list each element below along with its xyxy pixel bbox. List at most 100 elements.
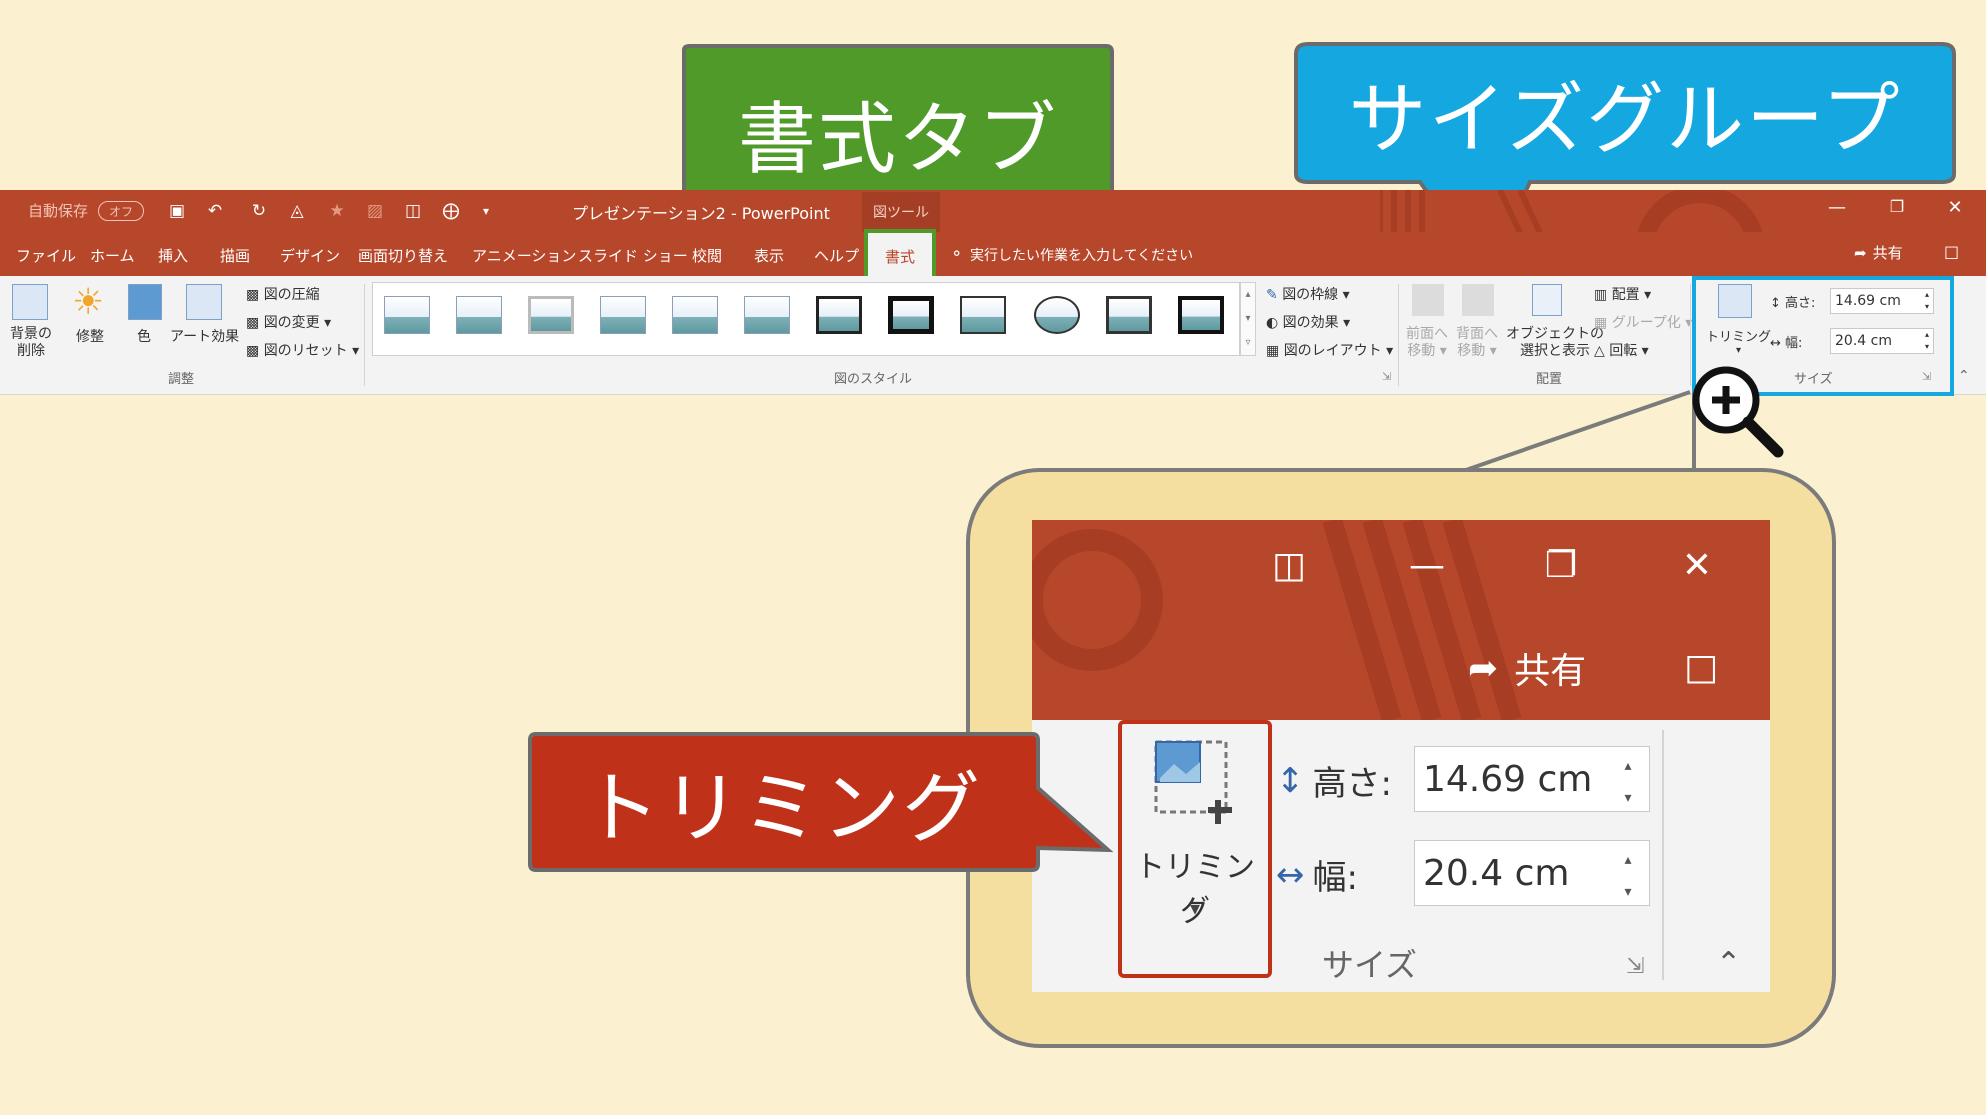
change-picture-button[interactable]: ▩ 図の変更 ▾	[246, 312, 331, 332]
height-value: 14.69 cm	[1835, 293, 1901, 309]
style-thumbnail[interactable]	[672, 296, 718, 334]
zoom-dialog-launcher-icon[interactable]: ⇲	[1626, 954, 1644, 979]
send-backward-button[interactable]: 背面へ 移動 ▾	[1456, 326, 1498, 360]
height-icon: ↕	[1276, 760, 1305, 801]
redo-icon[interactable]: ↻	[246, 197, 272, 225]
remove-background-button[interactable]: 背景の 削除	[8, 326, 54, 360]
height-input[interactable]: 14.69 cm ▴ ▾	[1830, 288, 1934, 314]
selection-pane-button[interactable]: オブジェクトの 選択と表示	[1506, 326, 1604, 360]
compress-pictures-button[interactable]: ▩ 図の圧縮	[246, 284, 320, 304]
tab-format[interactable]: 書式	[864, 229, 936, 283]
style-thumbnail[interactable]	[1178, 296, 1224, 334]
width-spinner[interactable]: ▴ ▾	[1925, 329, 1929, 353]
zoom-collapse-ribbon-icon[interactable]: ⌃	[1716, 946, 1741, 981]
selection-pane-label-2: 選択と表示	[1520, 343, 1590, 359]
zoom-crop-button[interactable]: トリミング ▾	[1118, 720, 1272, 978]
gallery-scroll[interactable]: ▴ ▾ ▿	[1240, 282, 1256, 356]
close-button[interactable]: ✕	[1942, 197, 1968, 223]
ribbon-display-options-icon[interactable]: ◫	[1264, 540, 1314, 590]
style-thumbnail[interactable]	[816, 296, 862, 334]
corrections-icon: ☀	[72, 282, 105, 323]
remove-background-icon	[12, 284, 48, 320]
bring-forward-button[interactable]: 前面へ 移動 ▾	[1406, 326, 1448, 360]
tab-help[interactable]: ヘルプ	[814, 240, 859, 270]
restore-button[interactable]: ❐	[1884, 197, 1910, 223]
corrections-button[interactable]: 修整	[76, 326, 104, 346]
zoom-close-button[interactable]: ✕	[1672, 540, 1722, 590]
zoom-height-value: 14.69 cm	[1423, 758, 1593, 800]
undo-icon[interactable]: ↶	[200, 197, 230, 225]
style-thumbnail[interactable]	[960, 296, 1006, 334]
artistic-effects-button[interactable]: アート効果	[170, 326, 239, 346]
style-thumbnail[interactable]	[888, 296, 934, 334]
tab-transitions[interactable]: 画面切り替え	[358, 240, 448, 270]
tab-view[interactable]: 表示	[754, 240, 784, 270]
zoom-height-label-text: 高さ:	[1312, 764, 1392, 804]
style-thumbnail[interactable]	[456, 296, 502, 334]
trimming-callout-text: トリミング	[581, 764, 982, 854]
tab-home[interactable]: ホーム	[90, 240, 135, 270]
height-spinner[interactable]: ▴ ▾	[1925, 289, 1929, 313]
tab-animations[interactable]: アニメーション	[472, 240, 576, 270]
tab-draw[interactable]: 描画	[220, 240, 250, 270]
minimize-button[interactable]: —	[1824, 197, 1850, 223]
save-icon[interactable]: ▣	[164, 197, 190, 225]
tab-design[interactable]: デザイン	[280, 240, 340, 270]
tell-me-search[interactable]: 実行したい作業を入力してください	[970, 240, 1193, 270]
zoom-height-input[interactable]: 14.69 cm	[1414, 746, 1650, 812]
color-button[interactable]: 色	[137, 326, 151, 346]
picture-tools-label: 図ツール	[873, 205, 929, 221]
crop-icon[interactable]: ⨁	[438, 197, 464, 225]
rotate-label: 回転	[1609, 343, 1638, 359]
comments-icon[interactable]: □	[1944, 242, 1959, 261]
zoom-width-input[interactable]: 20.4 cm	[1414, 840, 1650, 906]
picture-icon[interactable]: ▨	[362, 197, 388, 225]
crop-button[interactable]: トリミング ▾	[1706, 326, 1771, 356]
remove-background-label-2: 削除	[17, 343, 45, 359]
width-input[interactable]: 20.4 cm ▴ ▾	[1830, 328, 1934, 354]
tab-review[interactable]: 校閲	[692, 240, 722, 270]
style-thumbnail[interactable]	[528, 296, 574, 334]
zoom-crop-icon	[1154, 740, 1232, 824]
zoom-height-spinner[interactable]: ▴ ▾	[1618, 758, 1638, 806]
picture-border-button[interactable]: ✎ 図の枠線 ▾	[1266, 284, 1350, 304]
picture-layout-label: 図のレイアウト	[1283, 343, 1382, 359]
crop-label: トリミング	[1706, 330, 1772, 345]
collapse-ribbon-icon[interactable]: ⌃	[1958, 368, 1970, 384]
zoom-comments-icon[interactable]: □	[1676, 642, 1726, 692]
reset-label: 図のリセット	[263, 343, 348, 359]
rotate-button[interactable]: △ 回転 ▾	[1594, 340, 1649, 360]
color-icon	[128, 284, 162, 320]
style-thumbnail[interactable]	[1106, 296, 1152, 334]
align-button[interactable]: ▥ 配置 ▾	[1594, 284, 1651, 304]
zoom-restore-button[interactable]: ❐	[1536, 540, 1586, 590]
picture-effects-button[interactable]: ◐ 図の効果 ▾	[1266, 312, 1350, 332]
customize-icon[interactable]: ▾	[476, 197, 496, 225]
zoom-width-spinner[interactable]: ▴ ▾	[1618, 852, 1638, 900]
style-thumbnail[interactable]	[1034, 296, 1080, 334]
group-button[interactable]: ▦ グループ化 ▾	[1594, 312, 1692, 332]
zoom-minimize-button[interactable]: —	[1402, 540, 1452, 590]
zoom-share-button[interactable]: ➦ 共有	[1468, 642, 1586, 694]
tab-file[interactable]: ファイル	[16, 240, 76, 270]
share-button[interactable]: ➦ 共有	[1854, 242, 1903, 263]
autosave-toggle[interactable]: オフ	[98, 201, 144, 221]
tab-insert[interactable]: 挿入	[158, 240, 188, 270]
separator	[364, 284, 365, 386]
style-thumbnail[interactable]	[600, 296, 646, 334]
picture-layout-button[interactable]: ▦ 図のレイアウト ▾	[1266, 340, 1393, 360]
star-icon[interactable]: ★	[324, 197, 350, 225]
zoom-share-label: 共有	[1514, 651, 1587, 692]
tab-slideshow[interactable]: スライド ショー	[578, 240, 688, 270]
size-dialog-launcher-icon[interactable]: ⇲	[1922, 370, 1931, 383]
reset-picture-button[interactable]: ▩ 図のリセット ▾	[246, 340, 359, 360]
share-icon: ➦	[1854, 243, 1867, 262]
lightbulb-icon: ⚬	[950, 244, 964, 263]
style-thumbnail[interactable]	[744, 296, 790, 334]
presenter-icon[interactable]: ◫	[400, 197, 426, 225]
picture-border-icon: ✎	[1266, 287, 1278, 303]
dialog-launcher-icon[interactable]: ⇲	[1382, 370, 1391, 383]
present-icon[interactable]: ◬	[284, 197, 310, 225]
remove-background-label-1: 背景の	[10, 326, 52, 342]
style-thumbnail[interactable]	[384, 296, 430, 334]
